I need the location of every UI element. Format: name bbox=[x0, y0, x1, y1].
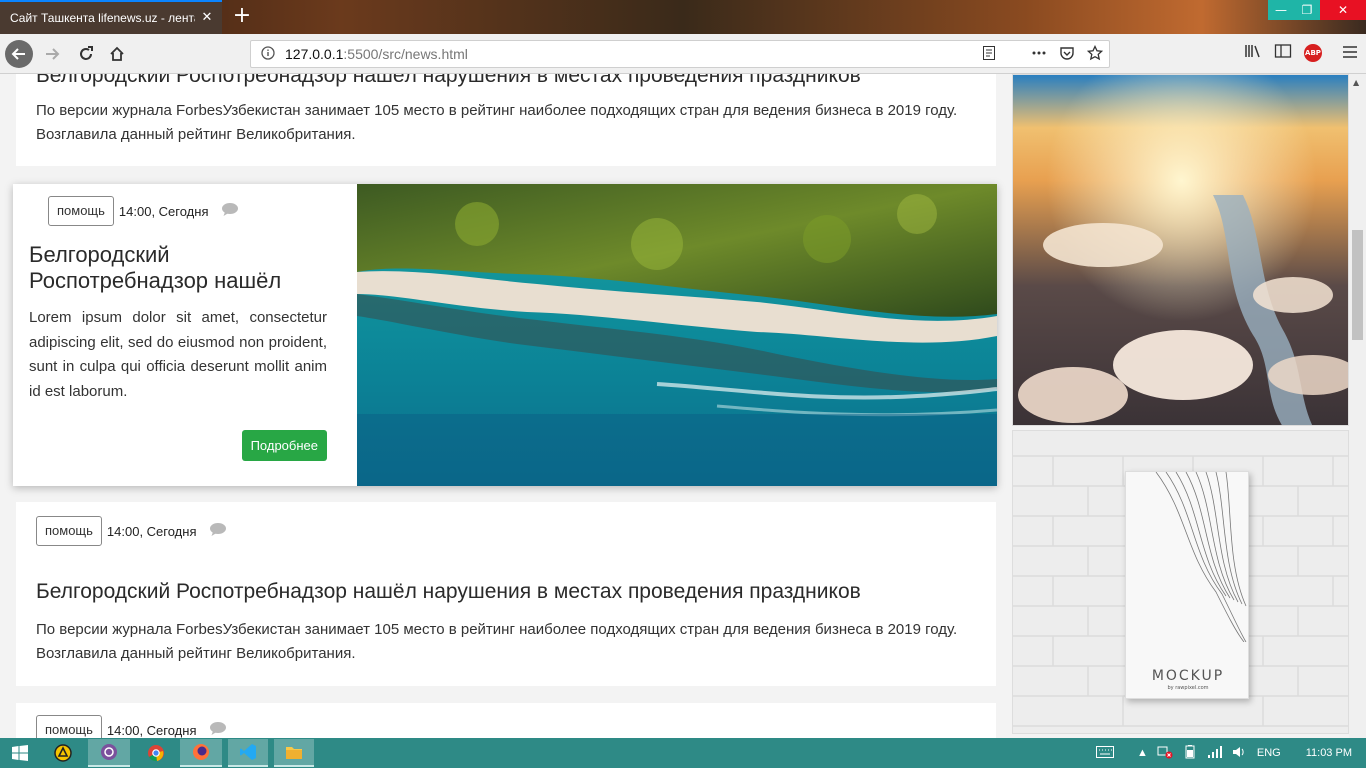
active-tab[interactable]: Сайт Ташкента lifenews.uz - лента ✕ bbox=[0, 0, 222, 34]
more-actions-icon[interactable] bbox=[1031, 45, 1047, 64]
tab-title: Сайт Ташкента lifenews.uz - лента bbox=[10, 11, 195, 25]
mockup-sub: by rawpixel.com bbox=[1167, 685, 1209, 691]
volume-icon[interactable] bbox=[1232, 745, 1248, 762]
navigation-toolbar: 127.0.0.1:5500/src/news.html ABP bbox=[0, 34, 1366, 74]
tag-button[interactable]: помощь bbox=[48, 196, 114, 226]
reload-icon bbox=[80, 46, 93, 60]
featured-meta: помощь 14:00, Сегодня bbox=[29, 196, 327, 226]
start-button[interactable] bbox=[6, 739, 34, 767]
close-window-icon[interactable]: ✕ bbox=[1320, 0, 1366, 20]
featured-news-card: помощь 14:00, Сегодня Белгородский Роспо… bbox=[13, 184, 997, 486]
tab-strip: Сайт Ташкента lifenews.uz - лента ✕ + — … bbox=[0, 0, 1366, 34]
address-bar[interactable]: 127.0.0.1:5500/src/news.html bbox=[250, 40, 1110, 68]
network-error-icon[interactable] bbox=[1157, 745, 1173, 762]
pocket-icon[interactable] bbox=[1059, 45, 1075, 64]
scroll-up-icon[interactable]: ▲ bbox=[1353, 78, 1359, 87]
featured-content: помощь 14:00, Сегодня Белгородский Роспо… bbox=[29, 196, 327, 461]
timestamp: 14:00, Сегодня bbox=[106, 523, 197, 539]
taskbar-app-firefox-icon[interactable] bbox=[180, 739, 222, 767]
library-icon[interactable] bbox=[1244, 43, 1262, 63]
back-arrow-icon bbox=[11, 48, 25, 60]
news-title[interactable]: Белгородский Роспотребнадзор нашёл наруш… bbox=[36, 74, 861, 88]
reader-view-icon[interactable] bbox=[981, 45, 997, 64]
forward-arrow-icon bbox=[46, 48, 60, 60]
news-text: По версии журнала ForbesУзбекистан заним… bbox=[36, 102, 958, 143]
battery-icon[interactable] bbox=[1182, 744, 1198, 762]
window-controls: — ❐ ✕ bbox=[1268, 0, 1366, 20]
taskbar-app-explorer-icon[interactable] bbox=[274, 739, 314, 767]
restore-icon[interactable]: ❐ bbox=[1294, 0, 1320, 20]
read-more-button[interactable]: Подробнее bbox=[241, 430, 327, 461]
clock[interactable]: 11:03 PM bbox=[1306, 747, 1352, 759]
comment-icon[interactable] bbox=[221, 202, 239, 221]
new-tab-icon[interactable]: + bbox=[230, 4, 254, 28]
mockup-label: MOCKUP bbox=[1151, 668, 1225, 684]
featured-image-coastline[interactable] bbox=[357, 184, 997, 486]
wifi-signal-icon[interactable] bbox=[1207, 745, 1223, 762]
news-text: По версии журнала ForbesУзбекистан заним… bbox=[36, 621, 958, 662]
featured-title[interactable]: Белгородский Роспотребнадзор нашёл bbox=[29, 242, 327, 294]
page-scrollbar[interactable]: ▲ bbox=[1349, 74, 1366, 738]
tag-button[interactable]: помощь bbox=[36, 715, 102, 738]
taskbar-app-vscode-icon[interactable] bbox=[228, 739, 268, 767]
taskbar-app-viber-icon[interactable] bbox=[88, 739, 130, 767]
news-meta: помощь 14:00, Сегодня bbox=[36, 516, 227, 546]
taskbar-app-norton-icon[interactable] bbox=[48, 739, 78, 767]
windows-logo-icon bbox=[12, 745, 28, 761]
scroll-thumb[interactable] bbox=[1352, 230, 1363, 340]
language-indicator[interactable]: ENG bbox=[1257, 747, 1281, 759]
menu-hamburger-icon[interactable] bbox=[1342, 44, 1358, 63]
url-path: :5500/src/news.html bbox=[343, 46, 468, 62]
tray-expand-icon[interactable]: ▲ bbox=[1137, 747, 1148, 759]
url-host: 127.0.0.1 bbox=[285, 46, 344, 62]
tab-close-icon[interactable]: ✕ bbox=[200, 11, 214, 25]
comment-icon[interactable] bbox=[209, 522, 227, 541]
home-icon bbox=[110, 46, 124, 61]
minimize-icon[interactable]: — bbox=[1268, 0, 1294, 20]
info-icon[interactable] bbox=[261, 45, 275, 63]
sidebar-toggle-icon[interactable] bbox=[1274, 43, 1292, 63]
forward-button[interactable] bbox=[38, 40, 66, 68]
keyboard-icon[interactable] bbox=[1095, 745, 1114, 761]
sidebar-image-city-aerial[interactable] bbox=[1012, 74, 1349, 426]
toolbar-right: ABP bbox=[1244, 43, 1358, 63]
windows-taskbar: ▲ ENG 11:03 PM bbox=[0, 738, 1366, 768]
news-meta: помощь 14:00, Сегодня bbox=[36, 715, 227, 738]
adblock-icon[interactable]: ABP bbox=[1304, 44, 1322, 62]
home-button[interactable] bbox=[103, 40, 131, 68]
tag-button[interactable]: помощь bbox=[36, 516, 102, 546]
timestamp: 14:00, Сегодня bbox=[118, 203, 209, 219]
system-tray: ▲ ENG 11:03 PM bbox=[1095, 738, 1366, 768]
url-actions bbox=[981, 44, 1104, 64]
taskbar-app-chrome-icon[interactable] bbox=[140, 739, 172, 767]
back-button[interactable] bbox=[5, 40, 33, 68]
timestamp: 14:00, Сегодня bbox=[106, 722, 197, 738]
poster-frame: MOCKUP by rawpixel.com bbox=[1125, 471, 1249, 699]
news-card-4: помощь 14:00, Сегодня bbox=[16, 703, 996, 738]
featured-text: Lorem ipsum dolor sit amet, consectetur … bbox=[29, 309, 327, 400]
comment-icon[interactable] bbox=[209, 721, 227, 739]
reload-button[interactable] bbox=[72, 40, 100, 68]
bookmark-star-icon[interactable] bbox=[1086, 44, 1104, 64]
news-title[interactable]: Белгородский Роспотребнадзор нашёл наруш… bbox=[36, 580, 861, 604]
news-card-3: помощь 14:00, Сегодня Белгородский Роспо… bbox=[16, 502, 996, 686]
sidebar-image-mockup-poster[interactable]: MOCKUP by rawpixel.com bbox=[1012, 430, 1349, 734]
page-viewport: Белгородский Роспотребнадзор нашёл наруш… bbox=[0, 74, 1366, 738]
news-card-1: Белгородский Роспотребнадзор нашёл наруш… bbox=[16, 74, 996, 166]
